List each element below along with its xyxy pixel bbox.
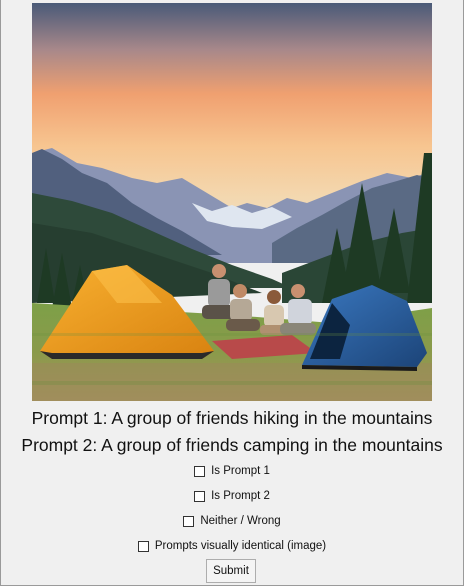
checkbox-box[interactable] xyxy=(183,515,195,527)
is-prompt-2-checkbox[interactable]: Is Prompt 2 xyxy=(0,487,464,505)
checkbox-label: Is Prompt 2 xyxy=(211,490,270,502)
checkbox-box[interactable] xyxy=(137,540,149,552)
checkbox-box[interactable] xyxy=(194,490,206,502)
prompt-2-text: Prompt 2: A group of friends camping in … xyxy=(21,435,443,455)
is-prompt-1-checkbox[interactable]: Is Prompt 1 xyxy=(0,462,464,480)
checkbox-box[interactable] xyxy=(194,465,206,477)
campsite-photo xyxy=(32,3,432,401)
submit-button[interactable]: Submit xyxy=(206,559,256,583)
checkbox-label: Neither / Wrong xyxy=(200,515,281,527)
prompt-1-text: Prompt 1: A group of friends hiking in t… xyxy=(31,408,433,428)
checkbox-label: Prompts visually identical (image) xyxy=(154,540,327,552)
checkbox-label: Is Prompt 1 xyxy=(211,465,270,477)
prompts-visually-identical-checkbox[interactable]: Prompts visually identical (image) xyxy=(0,537,464,555)
neither-wrong-checkbox[interactable]: Neither / Wrong xyxy=(0,512,464,530)
